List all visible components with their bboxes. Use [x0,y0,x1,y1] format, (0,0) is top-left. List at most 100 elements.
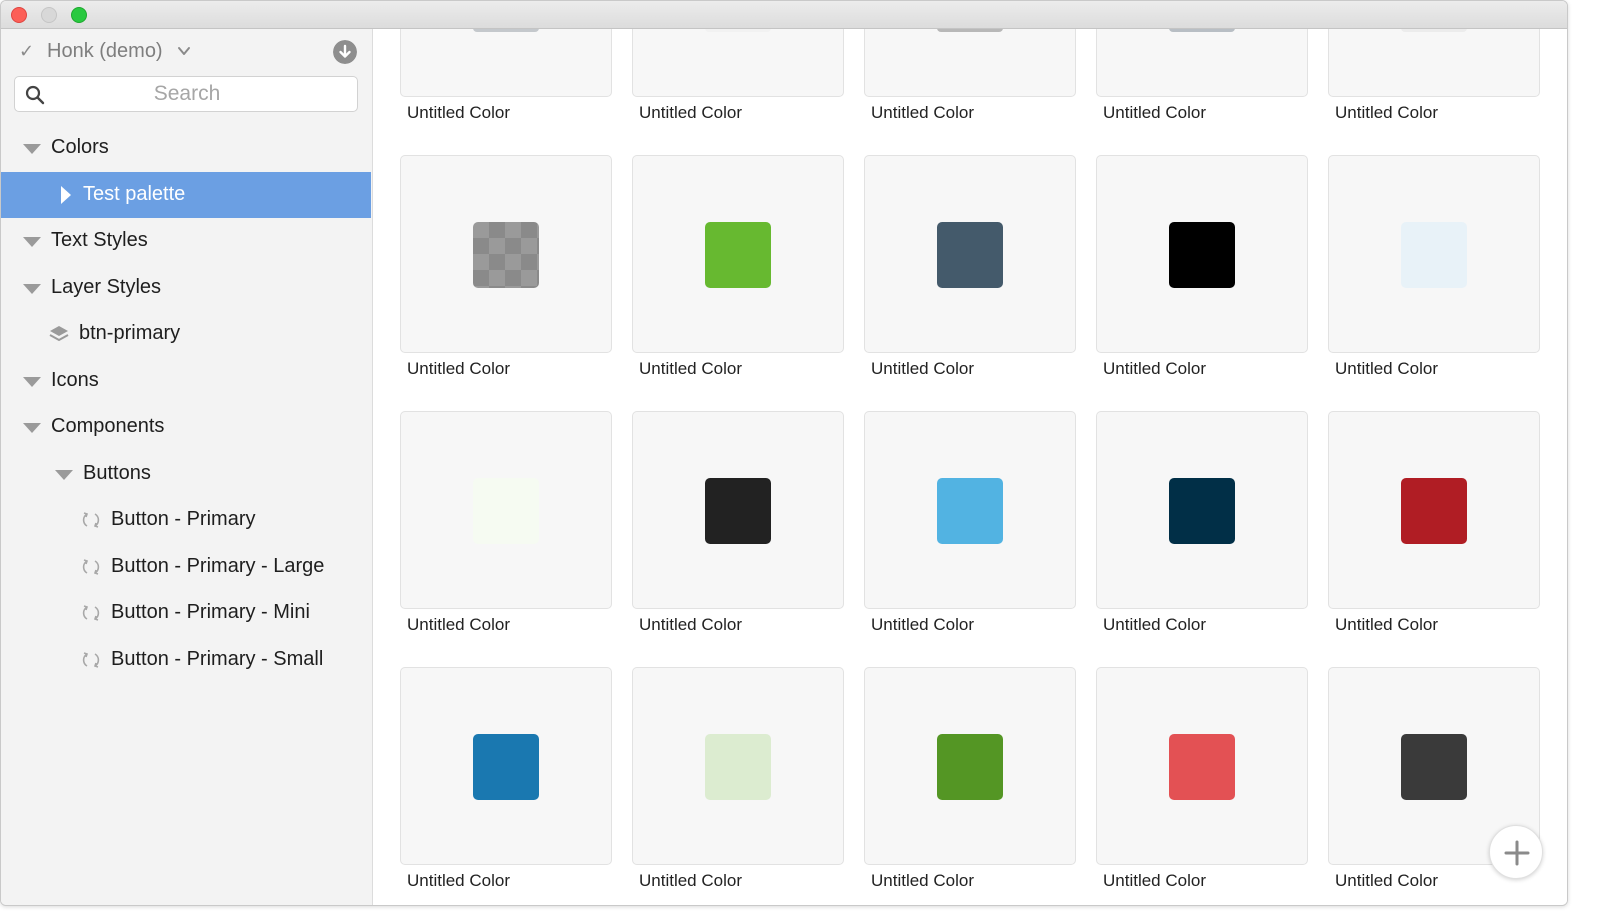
tree-item-text-styles[interactable]: Text Styles [1,218,371,264]
tree-item-button-primary-mini[interactable]: Button - Primary - Mini [1,590,371,636]
tree-label: Button - Primary - Small [111,648,324,670]
tree-item-button-primary-large[interactable]: Button - Primary - Large [1,544,371,590]
plus-icon [1504,840,1530,866]
disclosure-down-icon[interactable] [23,144,41,154]
color-name-label: Untitled Color [1103,103,1206,122]
color-name-label: Untitled Color [407,359,510,378]
color-name-label: Untitled Color [871,615,974,634]
tree-item-layer-styles[interactable]: Layer Styles [1,265,371,311]
color-swatch-card[interactable] [632,411,844,609]
color-name-label: Untitled Color [1103,871,1206,890]
color-swatch-card[interactable] [1328,29,1540,97]
color-swatch-card[interactable] [1096,155,1308,353]
color-swatch [937,478,1003,544]
symbol-icon [82,652,100,668]
app-window: ✓ Honk (demo) Colors Test palette [0,0,1568,906]
color-swatch [1169,734,1235,800]
color-swatch-card[interactable] [1096,29,1308,97]
tree-item-components[interactable]: Components [1,404,371,450]
color-swatch-card[interactable] [400,667,612,865]
color-swatch [473,478,539,544]
tree-item-btn-primary[interactable]: btn-primary [1,311,371,357]
color-swatch-card[interactable] [864,411,1076,609]
disclosure-right-icon[interactable] [61,186,71,204]
color-swatch [705,29,771,32]
color-swatch [473,222,539,288]
color-swatch [1401,734,1467,800]
color-name-label: Untitled Color [871,103,974,122]
color-swatch-card[interactable] [400,155,612,353]
color-swatch-card[interactable] [1328,411,1540,609]
search-box [14,76,358,112]
tree-item-button-primary[interactable]: Button - Primary [1,497,371,543]
tree-label: btn-primary [79,322,181,344]
color-name-label: Untitled Color [407,871,510,890]
color-swatch [937,222,1003,288]
color-swatch-card[interactable] [632,29,844,97]
add-color-button[interactable] [1489,825,1543,879]
color-name-label: Untitled Color [639,615,742,634]
color-name-label: Untitled Color [407,615,510,634]
symbol-icon [82,512,100,528]
disclosure-down-icon[interactable] [23,423,41,433]
chevron-down-icon [178,47,190,55]
color-swatch [705,478,771,544]
color-swatch [1401,478,1467,544]
disclosure-down-icon[interactable] [23,237,41,247]
color-swatch [1169,478,1235,544]
disclosure-down-icon[interactable] [23,377,41,387]
tree-item-test-palette[interactable]: Test palette [1,172,371,218]
color-swatch [1401,29,1467,32]
tree-label: Colors [51,136,109,158]
color-grid-panel: Untitled Color Untitled Color Untitled Col… [373,29,1567,905]
color-swatch-card[interactable] [1096,667,1308,865]
color-swatch [1169,222,1235,288]
tree-label: Icons [51,369,99,391]
color-name-label: Untitled Color [639,359,742,378]
tree-label: Layer Styles [51,276,162,298]
minimize-window-button[interactable] [41,7,57,23]
color-swatch-card[interactable] [1328,155,1540,353]
color-swatch [1401,222,1467,288]
color-name-label: Untitled Color [871,871,974,890]
tree-item-buttons[interactable]: Buttons [1,451,371,497]
zoom-window-button[interactable] [71,7,87,23]
color-swatch-card[interactable] [864,667,1076,865]
search-input[interactable] [55,77,319,111]
tree-item-button-primary-small[interactable]: Button - Primary - Small [1,637,371,683]
color-swatch [705,734,771,800]
color-name-label: Untitled Color [1103,359,1206,378]
library-selector[interactable]: ✓ Honk (demo) [1,29,372,75]
search-icon [25,85,45,105]
tree-label: Components [51,415,165,437]
color-name-label: Untitled Color [1335,359,1438,378]
color-name-label: Untitled Color [407,103,510,122]
color-swatch-card[interactable] [400,411,612,609]
tree-label: Button - Primary - Large [111,555,325,577]
library-name: Honk (demo) [47,40,163,62]
tree-label: Button - Primary - Mini [111,601,310,623]
color-name-label: Untitled Color [1335,871,1438,890]
tree-label: Text Styles [51,229,148,251]
color-swatch-card[interactable] [632,155,844,353]
color-swatch-card[interactable] [864,29,1076,97]
disclosure-down-icon[interactable] [55,470,73,480]
color-swatch [473,29,539,32]
tree-label: Buttons [83,462,151,484]
color-swatch-card[interactable] [632,667,844,865]
color-swatch [1169,29,1235,32]
color-name-label: Untitled Color [871,359,974,378]
close-window-button[interactable] [11,7,27,23]
disclosure-down-icon[interactable] [23,284,41,294]
tree-item-colors[interactable]: Colors [1,125,371,171]
download-icon[interactable] [333,40,357,64]
symbol-icon [82,605,100,621]
check-icon: ✓ [19,41,35,61]
color-swatch [705,222,771,288]
color-swatch-card[interactable] [1096,411,1308,609]
color-name-label: Untitled Color [1335,615,1438,634]
color-swatch-card[interactable] [400,29,612,97]
color-name-label: Untitled Color [1103,615,1206,634]
color-swatch-card[interactable] [864,155,1076,353]
tree-item-icons[interactable]: Icons [1,358,371,404]
